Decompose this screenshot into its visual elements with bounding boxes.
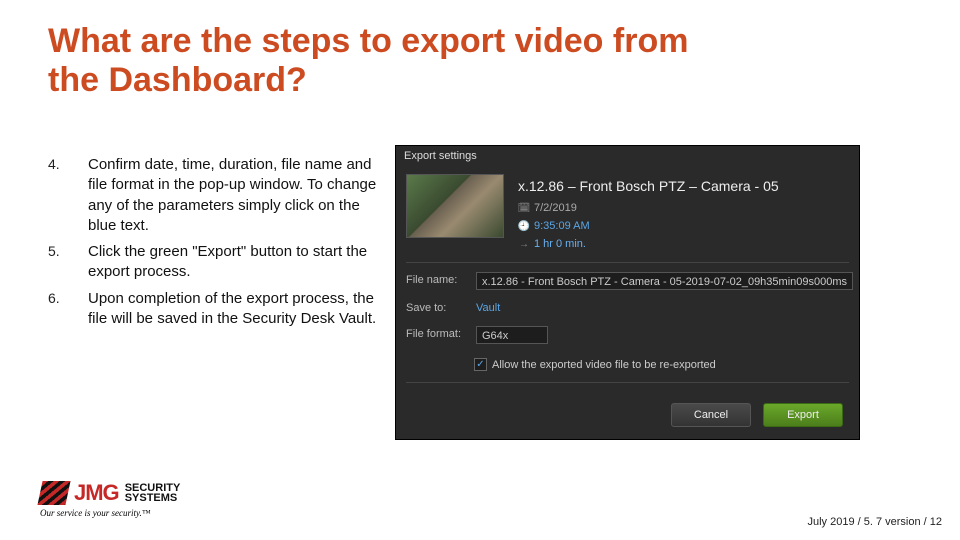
reexport-checkbox-row[interactable]: ✓ Allow the exported video file to be re… xyxy=(474,358,716,371)
file-name-field[interactable]: x.12.86 - Front Bosch PTZ - Camera - 05-… xyxy=(476,272,853,290)
file-format-label: File format: xyxy=(406,328,461,340)
video-thumbnail xyxy=(406,174,504,238)
meta-date[interactable]: 🗓 7/2/2019 xyxy=(518,202,577,214)
calendar-icon: 🗓 xyxy=(518,202,530,214)
logo-tagline: Our service is your security.™ xyxy=(40,508,180,518)
duration-value: 1 hr 0 min. xyxy=(534,238,586,250)
arrow-right-icon: → xyxy=(518,238,530,250)
logo-sub: SYSTEMS xyxy=(125,493,181,503)
slide: What are the steps to export video from … xyxy=(0,0,960,540)
company-logo: JMG SECURITY SYSTEMS Our service is your… xyxy=(40,480,180,518)
meta-time[interactable]: 🕘 9:35:09 AM xyxy=(518,220,590,232)
step-number: 5. xyxy=(48,242,88,283)
camera-name: x.12.86 – Front Bosch PTZ – Camera - 05 xyxy=(518,178,779,194)
date-value: 7/2/2019 xyxy=(534,202,577,214)
save-to-value[interactable]: Vault xyxy=(476,302,500,314)
step-text: Confirm date, time, duration, file name … xyxy=(88,155,383,236)
footer-text: July 2019 / 5. 7 version / 12 xyxy=(807,516,942,528)
divider xyxy=(406,382,849,383)
page-title: What are the steps to export video from … xyxy=(48,22,748,100)
step-text: Upon completion of the export process, t… xyxy=(88,289,383,330)
file-format-select[interactable]: G64x xyxy=(476,326,548,344)
checkbox-label: Allow the exported video file to be re-e… xyxy=(492,359,716,371)
list-item: 4. Confirm date, time, duration, file na… xyxy=(48,155,383,236)
logo-mark-icon xyxy=(37,481,70,505)
step-number: 4. xyxy=(48,155,88,236)
divider xyxy=(406,262,849,263)
clock-icon: 🕘 xyxy=(518,220,530,232)
save-to-label: Save to: xyxy=(406,302,446,314)
list-item: 5. Click the green "Export" button to st… xyxy=(48,242,383,283)
file-name-label: File name: xyxy=(406,274,457,286)
list-item: 6. Upon completion of the export process… xyxy=(48,289,383,330)
logo-text: JMG xyxy=(74,480,119,506)
time-value: 9:35:09 AM xyxy=(534,220,590,232)
step-text: Click the green "Export" button to start… xyxy=(88,242,383,283)
export-button[interactable]: Export xyxy=(763,403,843,427)
meta-duration[interactable]: → 1 hr 0 min. xyxy=(518,238,586,250)
cancel-button[interactable]: Cancel xyxy=(671,403,751,427)
dialog-title: Export settings xyxy=(404,150,477,162)
checkbox-icon[interactable]: ✓ xyxy=(474,358,487,371)
steps-list: 4. Confirm date, time, duration, file na… xyxy=(48,155,383,335)
step-number: 6. xyxy=(48,289,88,330)
export-settings-dialog: Export settings x.12.86 – Front Bosch PT… xyxy=(395,145,860,440)
